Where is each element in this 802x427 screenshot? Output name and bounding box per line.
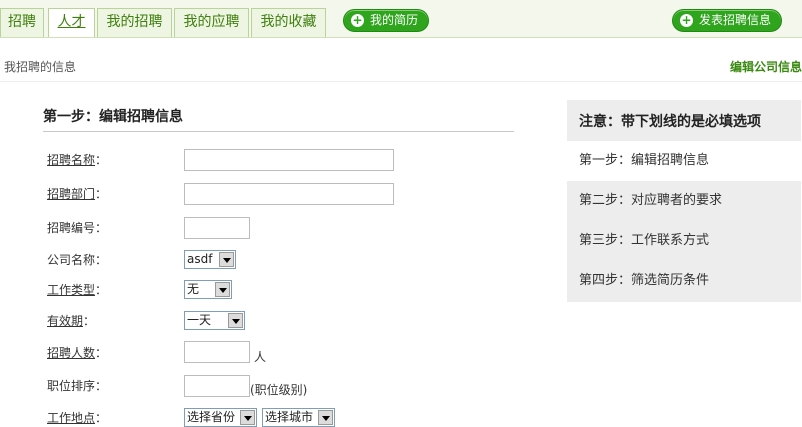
my-resume-button[interactable]: + 我的简历: [343, 9, 430, 32]
work-type-label: 工作类型：: [47, 281, 107, 298]
chevron-down-icon: [228, 313, 243, 328]
label-text: 工作地点: [47, 411, 96, 425]
validity-select-value: 一天: [187, 313, 212, 327]
company-label: 公司名称：: [47, 253, 108, 267]
company-select-value: asdf: [187, 252, 213, 266]
province-select-value: 选择省份: [187, 410, 236, 424]
headcount-input[interactable]: [184, 341, 250, 363]
tab-my-applications[interactable]: 我的应聘: [174, 8, 249, 37]
post-job-label: 发表招聘信息: [699, 13, 772, 27]
headcount-unit: 人: [254, 350, 267, 364]
label-text: 招聘名称: [47, 153, 96, 167]
divider: [43, 131, 514, 132]
tab-label: 我的招聘: [106, 14, 163, 30]
step-1-link[interactable]: 第一步：编辑招聘信息: [567, 141, 801, 181]
job-name-label: 招聘名称：: [47, 151, 107, 168]
top-nav: 招聘 人才 我的招聘 我的应聘 我的收藏 + 我的简历 + 发表招聘信息: [0, 0, 802, 38]
my-resume-label: 我的简历: [370, 13, 419, 27]
sub-bar: 我招聘的信息 编辑公司信息: [0, 50, 802, 82]
chevron-down-icon: [215, 282, 230, 297]
label-colon: ：: [95, 411, 108, 425]
tab-recruit[interactable]: 招聘: [0, 8, 44, 37]
job-number-label: 招聘编号：: [47, 221, 108, 235]
plus-icon: +: [351, 13, 364, 27]
panel-title: 注意：带下划线的是必填选项: [579, 114, 761, 130]
breadcrumb: 我招聘的信息: [4, 60, 77, 74]
position-rank-input[interactable]: [184, 375, 250, 397]
department-input[interactable]: [184, 183, 394, 205]
tab-my-recruitment[interactable]: 我的招聘: [97, 8, 172, 37]
label-colon: ：: [95, 153, 108, 167]
validity-label: 有效期：: [47, 312, 95, 329]
edit-company-link[interactable]: 编辑公司信息: [730, 58, 802, 75]
company-select[interactable]: asdf: [184, 250, 236, 269]
label-text: 招聘部门: [47, 187, 96, 201]
tab-talent[interactable]: 人才: [48, 8, 95, 37]
label-text: 有效期: [47, 314, 84, 328]
work-type-select[interactable]: 无: [184, 280, 232, 299]
validity-select[interactable]: 一天: [184, 311, 245, 330]
step-2-link[interactable]: 第二步：对应聘者的要求: [567, 181, 801, 221]
city-select[interactable]: 选择城市: [262, 408, 335, 427]
tab-label: 我的收藏: [260, 14, 317, 30]
work-type-select-value: 无: [187, 282, 200, 296]
position-rank-label: 职位排序：: [47, 379, 108, 393]
step-title: 第一步：编辑招聘信息: [43, 109, 183, 125]
province-select[interactable]: 选择省份: [184, 408, 257, 427]
job-number-input[interactable]: [184, 217, 250, 239]
label-colon: ：: [95, 346, 108, 360]
chevron-down-icon: [240, 410, 255, 425]
step-4-link[interactable]: 第四步：筛选简历条件: [567, 261, 801, 301]
label-colon: ：: [95, 283, 108, 297]
label-colon: ：: [83, 314, 96, 328]
label-text: 招聘人数: [47, 346, 96, 360]
city-select-value: 选择城市: [265, 410, 314, 424]
tab-label: 人才: [57, 14, 86, 30]
chevron-down-icon: [318, 410, 333, 425]
steps-panel: 注意：带下划线的是必填选项 第一步：编辑招聘信息 第二步：对应聘者的要求 第三步…: [567, 100, 801, 302]
tab-my-favorites[interactable]: 我的收藏: [251, 8, 326, 37]
tab-label: 招聘: [8, 14, 36, 30]
position-rank-hint: (职位级别): [250, 383, 308, 397]
step-3-link[interactable]: 第三步：工作联系方式: [567, 221, 801, 261]
tab-label: 我的应聘: [183, 14, 240, 30]
chevron-down-icon: [219, 252, 234, 267]
department-label: 招聘部门：: [47, 185, 107, 202]
label-text: 工作类型: [47, 283, 96, 297]
plus-icon: +: [680, 13, 693, 27]
headcount-label: 招聘人数：: [47, 344, 107, 361]
job-name-input[interactable]: [184, 149, 394, 171]
label-colon: ：: [95, 187, 108, 201]
post-job-button[interactable]: + 发表招聘信息: [672, 9, 783, 32]
location-label: 工作地点：: [47, 409, 107, 426]
